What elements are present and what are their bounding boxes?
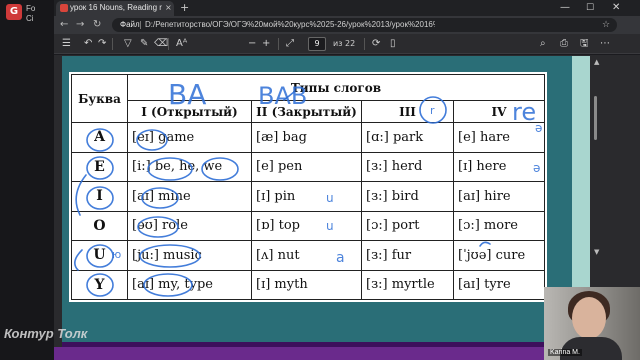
participant-name: Karina M. xyxy=(548,349,582,356)
table-cell: [ju:] music xyxy=(127,240,252,271)
table-row: Y [aɪ] my, type [ɪ] myth [з:] myrtle [aɪ… xyxy=(71,269,545,300)
pdf-favicon-icon xyxy=(60,4,68,12)
row-letter: O xyxy=(71,210,128,241)
column-header: II (Закрытый) xyxy=(251,100,362,123)
header-letter: Буква xyxy=(71,74,128,123)
table-cell: [ɒ] top xyxy=(251,210,362,241)
table-cell: [æ] bag xyxy=(251,122,362,153)
table-cell: [ɪ] myth xyxy=(251,269,362,300)
save-icon[interactable]: 🖫 xyxy=(580,36,589,52)
scrollbar-thumb[interactable] xyxy=(594,96,597,140)
tab-close-icon[interactable]: × xyxy=(165,2,172,14)
scroll-down-icon[interactable]: ▼ xyxy=(594,248,599,256)
url-scheme-label: Файл xyxy=(120,20,140,29)
table-cell: [ɪ] here xyxy=(453,151,545,182)
table-cell: [ɪ] pin xyxy=(251,181,362,212)
table-cell: [ɔ:] port xyxy=(361,210,454,241)
table-cell: [əʊ] role xyxy=(127,210,252,241)
tab-title[interactable]: урок 16 Nouns, Reading rules.pdf xyxy=(70,2,162,14)
table-cell: [ˈjʊə] cure xyxy=(453,240,545,271)
page-total-label: из 22 xyxy=(333,39,356,48)
table-cell: [aɪ] my, type xyxy=(127,269,252,300)
print-icon[interactable]: ⎙ xyxy=(560,36,568,52)
more-options-icon[interactable]: ⋯ xyxy=(600,36,610,52)
page-view-icon[interactable]: ▯ xyxy=(390,36,396,52)
row-letter: E xyxy=(71,151,128,182)
table-cell: [з:] myrtle xyxy=(361,269,454,300)
page-number-input[interactable]: 9 xyxy=(308,37,326,51)
eraser-icon[interactable]: ⌫ xyxy=(154,36,168,52)
column-header: III xyxy=(361,100,454,123)
table-cell: [з:] herd xyxy=(361,151,454,182)
window-minimize-icon[interactable]: — xyxy=(560,1,570,15)
url-divider xyxy=(140,21,141,29)
toolbar-separator xyxy=(278,38,279,50)
undo-icon[interactable]: ↶ xyxy=(84,36,92,52)
table-cell: [e] pen xyxy=(251,151,362,182)
table-row: U [ju:] music [ʌ] nut [з:] fur [ˈjʊə] cu… xyxy=(71,240,545,271)
table-cell: [aɪ] hire xyxy=(453,181,545,212)
window-maximize-icon[interactable]: ☐ xyxy=(586,1,594,15)
fit-page-icon[interactable]: ⤢ xyxy=(286,36,294,52)
table-row: A [eɪ] game [æ] bag [ɑ:] park [e] hare xyxy=(71,122,545,153)
draw-icon[interactable]: ▽ xyxy=(124,36,132,52)
new-tab-button[interactable]: + xyxy=(180,1,189,15)
table-cell: [з:] bird xyxy=(361,181,454,212)
slide-bottom-band xyxy=(54,347,544,360)
side-text-a: Fo xyxy=(26,4,36,13)
highlight-icon[interactable]: ✎ xyxy=(140,36,148,52)
scroll-up-icon[interactable]: ▲ xyxy=(594,58,599,66)
table-row: O [əʊ] role [ɒ] top [ɔ:] port [ɔ:] more xyxy=(71,210,545,241)
url-text[interactable]: D:/Репетиторство/ОГЭ/ОГЭ%20мой%20курс%20… xyxy=(145,18,435,32)
table-cell: [ɔ:] more xyxy=(453,210,545,241)
toolbar-separator xyxy=(168,38,169,50)
read-aloud-icon[interactable]: Aᴬ xyxy=(176,36,187,52)
table-cell: [eɪ] game xyxy=(127,122,252,153)
table-cell: [з:] fur xyxy=(361,240,454,271)
row-letter: U xyxy=(71,240,128,271)
reload-icon[interactable]: ↻ xyxy=(93,16,101,34)
brand-watermark: Контур Толк xyxy=(4,326,88,341)
table-cell: [ɑ:] park xyxy=(361,122,454,153)
zoom-out-icon[interactable]: − xyxy=(248,36,256,52)
window-close-icon[interactable]: ✕ xyxy=(612,1,620,15)
table-cell: [aɪ] tyre xyxy=(453,269,545,300)
row-letter: I xyxy=(71,181,128,212)
row-letter: Y xyxy=(71,269,128,300)
side-text-b: Ci xyxy=(26,14,34,23)
left-app-strip xyxy=(0,0,54,360)
table-row: I [aɪ] mine [ɪ] pin [з:] bird [aɪ] hire xyxy=(71,181,545,212)
back-icon[interactable]: ← xyxy=(60,16,68,34)
forward-icon[interactable]: → xyxy=(76,16,84,34)
table-cell: [aɪ] mine xyxy=(127,181,252,212)
zoom-in-icon[interactable]: + xyxy=(262,36,270,52)
webcam-person-face xyxy=(572,297,606,339)
syllable-types-table: Буква Типы слогов I (Открытый) II (Закры… xyxy=(71,74,545,300)
table-row: E [i:] be, he, we [e] pen [з:] herd [ɪ] … xyxy=(71,151,545,182)
bookmark-star-icon[interactable]: ☆ xyxy=(602,18,610,32)
toolbar-separator xyxy=(112,38,113,50)
rotate-icon[interactable]: ⟳ xyxy=(372,36,380,52)
toolbar-separator xyxy=(364,38,365,50)
table-cell: [i:] be, he, we xyxy=(127,151,252,182)
search-icon[interactable]: ⌕ xyxy=(540,36,546,52)
column-header: I (Открытый) xyxy=(127,100,252,123)
menu-icon[interactable]: ☰ xyxy=(62,36,71,52)
row-letter: A xyxy=(71,122,128,153)
table-cell: [e] hare xyxy=(453,122,545,153)
table-cell: [ʌ] nut xyxy=(251,240,362,271)
webcam-tile[interactable]: Karina M. xyxy=(544,287,640,360)
redo-icon[interactable]: ↷ xyxy=(98,36,106,52)
app-avatar[interactable]: G xyxy=(6,4,22,20)
header-syllable-types: Типы слогов xyxy=(127,74,545,101)
column-header: IV xyxy=(453,100,545,123)
